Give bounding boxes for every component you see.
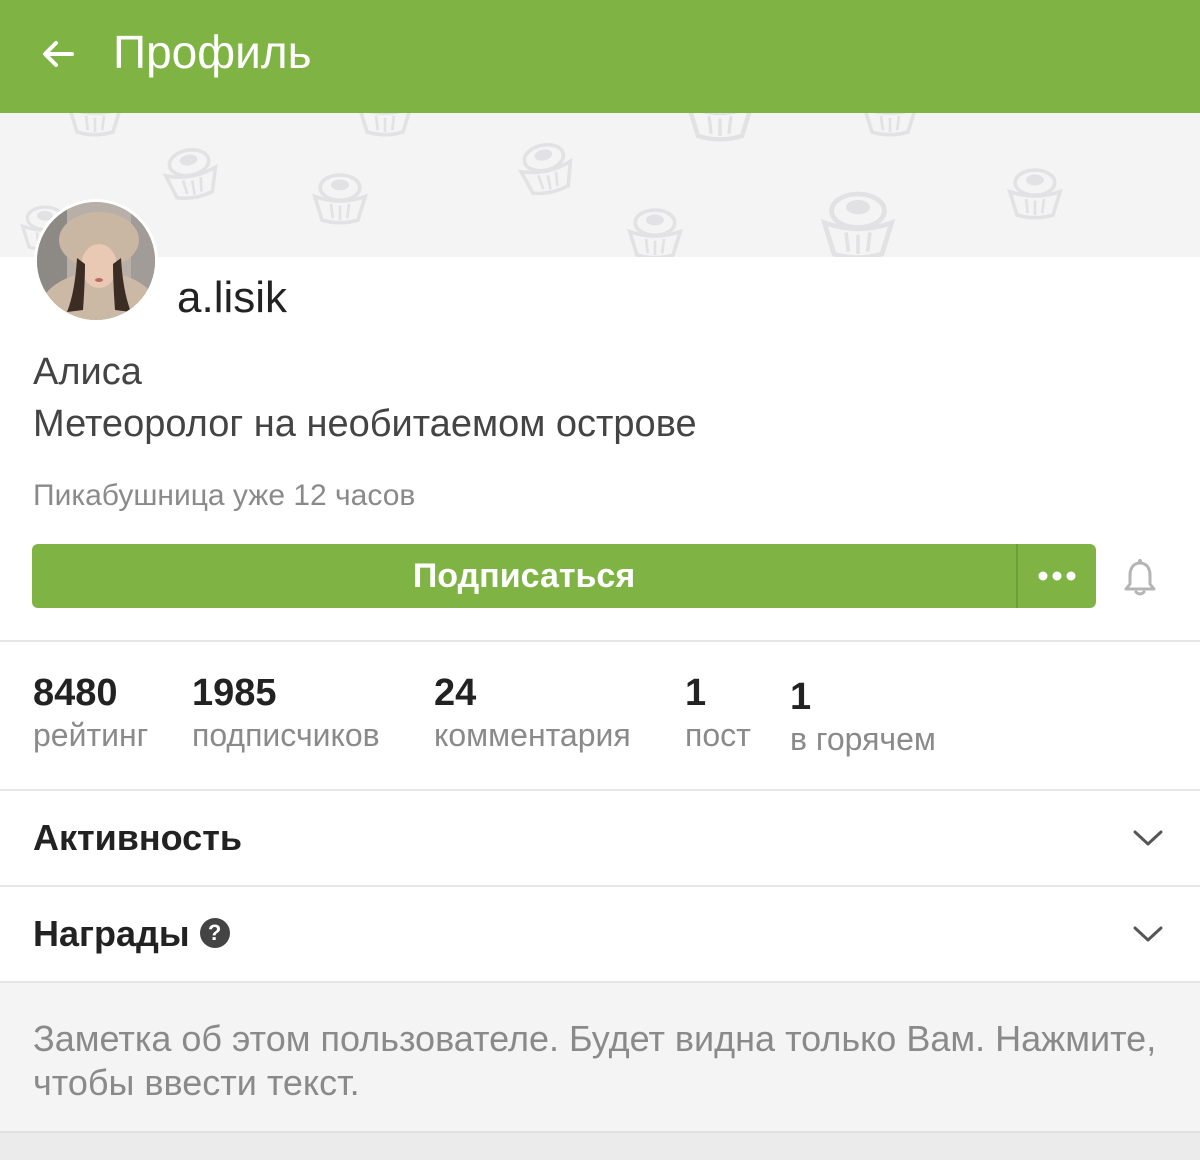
avatar[interactable]: [34, 199, 158, 323]
stat-value: 1: [685, 672, 707, 714]
stat-value: 24: [434, 672, 477, 714]
profile-cover: [0, 113, 1200, 257]
divider: [0, 640, 1200, 642]
bottom-strip: [0, 1131, 1200, 1160]
stat-label: в горячем: [790, 721, 936, 757]
username: a.lisik: [177, 273, 288, 322]
page-title: Профиль: [113, 26, 312, 78]
stat-label: рейтинг: [33, 717, 149, 753]
stat-label: подписчиков: [192, 717, 380, 753]
real-name: Алиса: [33, 351, 142, 393]
user-note-placeholder: Заметка об этом пользователе. Будет видн…: [33, 1018, 1157, 1103]
more-options-button[interactable]: [1016, 544, 1096, 608]
stat-comments[interactable]: 24 комментария: [434, 671, 631, 755]
chevron-down-icon: [1130, 916, 1166, 952]
stat-value: 8480: [33, 672, 118, 714]
stat-label: комментария: [434, 717, 631, 753]
section-awards[interactable]: Награды?: [0, 887, 1200, 981]
stat-posts[interactable]: 1 пост: [685, 671, 751, 755]
chevron-down-icon: [1130, 820, 1166, 856]
member-since: Пикабушница уже 12 часов: [33, 479, 416, 512]
section-activity-title: Активность: [33, 817, 242, 858]
section-awards-label: Награды: [33, 913, 190, 954]
back-button[interactable]: [30, 26, 86, 82]
stat-value: 1985: [192, 672, 277, 714]
bell-icon: [1124, 559, 1156, 596]
stat-label: пост: [685, 717, 751, 753]
stat-hot[interactable]: 1 в горячем: [790, 675, 936, 759]
stat-rating[interactable]: 8480 рейтинг: [33, 671, 148, 755]
app-bar: Профиль: [0, 0, 1200, 113]
stat-subscribers[interactable]: 1985 подписчиков: [192, 671, 380, 755]
arrow-left-icon: [43, 41, 74, 67]
section-awards-title: Награды?: [33, 912, 230, 956]
profile-stats: 8480 рейтинг 1985 подписчиков 24 коммент…: [0, 643, 1200, 789]
subscribe-button[interactable]: Подписаться: [32, 544, 1016, 608]
bio-text: Метеоролог на необитаемом острове: [33, 403, 697, 445]
help-icon[interactable]: ?: [199, 918, 230, 949]
more-dots-icon: [1038, 571, 1076, 581]
section-activity[interactable]: Активность: [0, 791, 1200, 885]
user-note[interactable]: Заметка об этом пользователе. Будет видн…: [0, 983, 1200, 1131]
cupcake-pattern: [21, 113, 1062, 257]
stat-value: 1: [790, 676, 812, 718]
notifications-button[interactable]: [1118, 556, 1162, 600]
